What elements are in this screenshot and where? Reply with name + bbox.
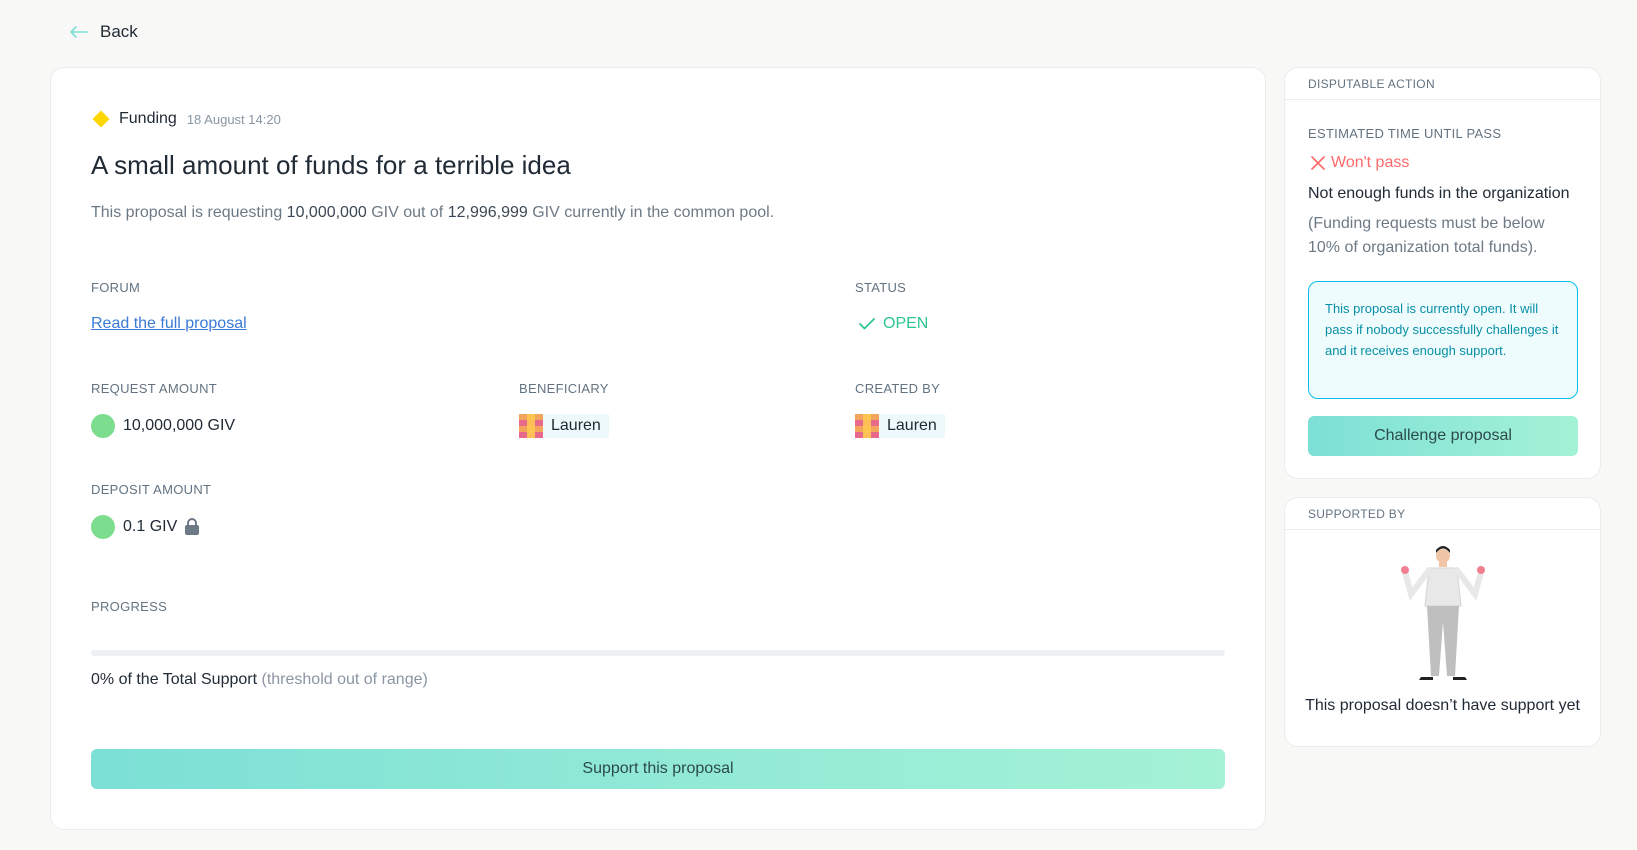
check-icon (859, 318, 875, 330)
proposal-description: This proposal is requesting 10,000,000 G… (91, 204, 774, 222)
forum-label: FORUM (91, 280, 141, 295)
giv-token-icon (91, 515, 115, 539)
progress-note: (threshold out of range) (261, 671, 428, 688)
avatar (519, 414, 543, 438)
wont-pass-status: Won't pass (1311, 154, 1409, 172)
supported-by-header: SUPPORTED BY (1285, 498, 1600, 530)
progress-text: 0% of the Total Support (threshold out o… (91, 671, 428, 689)
empty-support-text: This proposal doesn’t have support yet (1305, 697, 1580, 714)
support-proposal-button[interactable]: Support this proposal (91, 749, 1225, 789)
status-label: STATUS (855, 280, 907, 295)
supported-by-card: SUPPORTED BY This proposal doesn’t have … (1284, 497, 1601, 747)
reason-note: (Funding requests must be below 10% of o… (1308, 215, 1545, 256)
proposal-card: Funding 18 August 14:20 A small amount o… (50, 67, 1266, 830)
beneficiary-name: Lauren (551, 417, 601, 434)
desc-suffix: GIV currently in the common pool. (532, 204, 775, 221)
desc-pool: 12,996,999 (447, 204, 528, 221)
progress-label: PROGRESS (91, 599, 168, 614)
beneficiary-chip[interactable]: Lauren (519, 414, 609, 438)
proposal-date: 18 August 14:20 (186, 111, 281, 127)
deposit-amount-value: 0.1 GIV (123, 518, 178, 535)
back-label: Back (100, 22, 138, 41)
status-value: OPEN (883, 315, 929, 332)
desc-mid: GIV out of (371, 204, 444, 221)
arrow-left-icon (70, 26, 88, 38)
disputable-action-card: DISPUTABLE ACTION ESTIMATED TIME UNTIL P… (1284, 67, 1601, 479)
reason-text: Not enough funds in the organization (1308, 185, 1570, 202)
info-box: This proposal is currently open. It will… (1308, 281, 1578, 399)
giv-token-icon (91, 414, 115, 438)
proposal-title: A small amount of funds for a terrible i… (91, 150, 571, 180)
eta-label: ESTIMATED TIME UNTIL PASS (1308, 126, 1502, 141)
created-by-label: CREATED BY (855, 381, 941, 396)
close-icon (1311, 156, 1325, 170)
funding-diamond-icon (92, 110, 110, 128)
proposal-type: Funding (119, 110, 177, 127)
request-amount-value: 10,000,000 GIV (123, 417, 236, 434)
progress-percent: 0% of the Total Support (91, 671, 258, 688)
lock-icon (185, 517, 200, 535)
deposit-amount-label: DEPOSIT AMOUNT (91, 482, 212, 497)
disputable-action-header: DISPUTABLE ACTION (1285, 68, 1600, 100)
creator-name: Lauren (887, 417, 937, 434)
empty-state-illustration (1401, 546, 1485, 680)
deposit-amount: 0.1 GIV (91, 515, 200, 539)
proposal-meta: Funding 18 August 14:20 (91, 110, 281, 128)
avatar (855, 414, 879, 438)
request-amount: 10,000,000 GIV (91, 414, 235, 438)
read-full-proposal-link[interactable]: Read the full proposal (91, 315, 247, 333)
status-badge: OPEN (859, 315, 928, 333)
eta-value: Won't pass (1331, 154, 1410, 171)
progress-bar (91, 650, 1225, 656)
beneficiary-label: BENEFICIARY (519, 381, 609, 396)
back-button[interactable]: Back (70, 22, 138, 42)
desc-amount: 10,000,000 (286, 204, 367, 221)
challenge-proposal-button[interactable]: Challenge proposal (1308, 416, 1578, 456)
desc-prefix: This proposal is requesting (91, 204, 283, 221)
request-amount-label: REQUEST AMOUNT (91, 381, 218, 396)
creator-chip[interactable]: Lauren (855, 414, 945, 438)
